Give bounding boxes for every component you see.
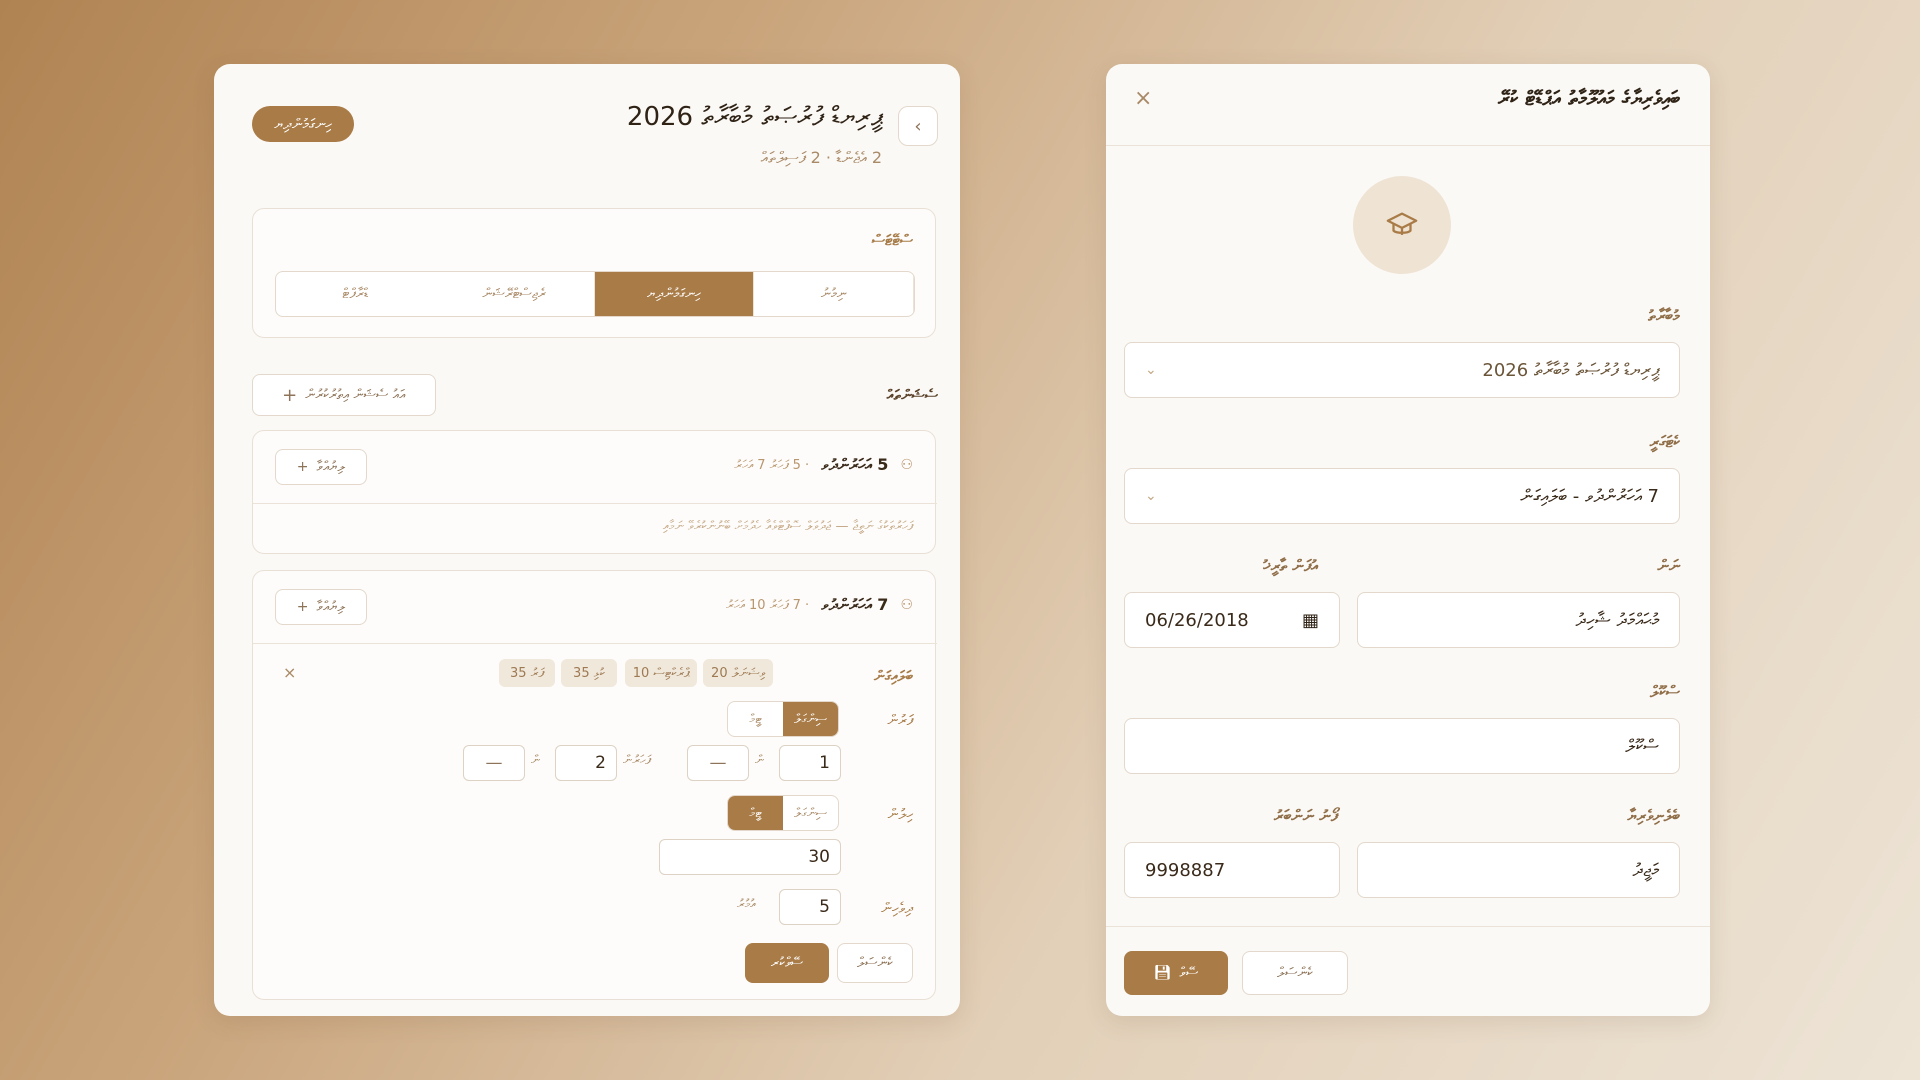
row1-input[interactable]: 1	[779, 745, 841, 781]
competition-select[interactable]: ޕީރިޔޑް ފުރުޞަތު މުބާރާތު 2026 ⌄	[1124, 342, 1680, 398]
session-header: ⚇ 7 އަހަރުންދުވ · 7 ފަހަރު 10 އަހަރު	[726, 595, 913, 615]
competition-value: ޕީރިޔޑް ފުރުޞަތު މުބާރާތު 2026	[1482, 359, 1659, 381]
save-button[interactable]: 💾︎ ސޭވް	[1124, 951, 1228, 995]
session-title: 5 އަހަރުންދުވ	[821, 455, 889, 474]
dob-input[interactable]: 06/26/2018 ▦	[1124, 592, 1340, 648]
add-participant-button[interactable]: + ލިޔުއްވާ	[275, 449, 367, 485]
close-icon[interactable]: ×	[1134, 86, 1152, 111]
session-meta: · 5 ފަހަރު 7 އަހަރު	[734, 457, 810, 473]
participant-edit-dialog: ބައިވެރިޔާގެ މައުލޫމާތު އަޕްޑޭޓް ކުރޭ × …	[1106, 64, 1710, 1016]
status-pill: ހިނގަމުންދިޔ	[252, 106, 354, 142]
session-card: ⚇ 7 އަހަރުންދުވ · 7 ފަހަރު 10 އަހަރު + ލ…	[252, 570, 937, 1000]
row1-input[interactable]: —	[687, 745, 749, 781]
session-meta: · 7 ފަހަރު 10 އަހަރު	[726, 597, 810, 613]
session-title: 7 އަހަރުންދުވ	[821, 595, 889, 614]
row2-input[interactable]: 30	[659, 839, 841, 875]
name-input[interactable]: މުޙައްމަދު ޝާހިދު	[1357, 592, 1680, 648]
category-label: ކެޓަގަރީ	[1649, 432, 1680, 451]
page-subtitle: 2 އެޖެންޑާ · 2 ފަސިލްތައް	[760, 148, 882, 167]
row3-label: ދިވެހިން	[881, 899, 913, 917]
session-header: ⚇ 5 އަހަރުންދުވ · 5 ފަހަރު 7 އަހަރު	[734, 455, 913, 475]
status-heading: ސްޓޭޓަސް	[871, 231, 913, 249]
chevron-down-icon: ⌄	[1145, 488, 1157, 504]
close-icon[interactable]: ×	[283, 663, 296, 682]
users-icon: ⚇	[900, 457, 913, 473]
status-option-ongoing[interactable]: ހިނގަމުންދިޔ	[594, 272, 755, 316]
row1-label: ފަރުން	[887, 711, 913, 729]
status-card: ސްޓޭޓަސް ނިމުނު ހިނގަމުންދިޔ ރެޖިސްޓްރޭޝ…	[252, 208, 936, 338]
add-session-label: އައު ސެޝަން އިތުރުކުރުން	[305, 387, 406, 403]
row2-label: ހިލުން	[887, 805, 913, 823]
category-value: 7 އަހަރުންދުވ - ބަލައިގަން	[1520, 485, 1659, 507]
save-button[interactable]: ސޭވްކުރ	[745, 943, 829, 983]
category-chip[interactable]: ކުޅި 35	[561, 659, 617, 687]
dialog-header: ބައިވެރިޔާގެ މައުލޫމާތު އަޕްޑޭޓް ކުރޭ ×	[1106, 64, 1710, 146]
status-segmented-control: ނިމުނު ހިނގަމުންދިޔ ރެޖިސްޓްރޭޝަން ޑްރާފ…	[275, 271, 915, 317]
school-label: ސްކޫލް	[1649, 682, 1680, 701]
category-select[interactable]: 7 އަހަރުންދުވ - ބަލައިގަން ⌄	[1124, 468, 1680, 524]
row1-unit: ން	[531, 753, 541, 768]
chevron-down-icon: ⌄	[1145, 362, 1157, 378]
divider	[253, 503, 937, 504]
row1-unit: ފަހަރުން	[623, 753, 651, 768]
save-icon: 💾︎	[1153, 965, 1172, 981]
dialog-footer: 💾︎ ސޭވް ކެންސަލް	[1106, 926, 1710, 1016]
add-session-button[interactable]: + އައު ސެޝަން އިތުރުކުރުން	[252, 374, 436, 416]
phone-label: ފޯނު ނަންބަރު	[1274, 806, 1338, 825]
plus-icon: +	[296, 599, 309, 615]
add-participant-button[interactable]: + ލިޔުއްވާ	[275, 589, 367, 625]
row1-toggle: ޓީމް ސިންގަލް	[727, 701, 839, 737]
divider	[253, 643, 937, 644]
page-title: ޕީރިޔޑް ފުރުޞަތު މުބާރާތު 2026	[626, 102, 882, 132]
row1-input[interactable]: —	[463, 745, 525, 781]
plus-icon: +	[296, 459, 309, 475]
users-icon: ⚇	[900, 597, 913, 613]
back-button[interactable]: ‹	[898, 106, 938, 146]
toggle-option-team[interactable]: ޓީމް	[728, 702, 783, 736]
toggle-option-team[interactable]: ޓީމް	[728, 796, 783, 830]
category-chip[interactable]: ޕްރެކްޓިސް 10	[625, 659, 697, 687]
competition-label: މުބާރާތު	[1648, 306, 1680, 325]
add-participant-label: ލިޔުއްވާ	[316, 459, 346, 475]
category-chip[interactable]: ފަރު 35	[499, 659, 555, 687]
row3-input[interactable]: 5	[779, 889, 841, 925]
dob-value: 06/26/2018	[1145, 609, 1249, 631]
school-input[interactable]: ސްކޫލް	[1124, 718, 1680, 774]
plus-icon: +	[282, 384, 298, 406]
row1-input[interactable]: 2	[555, 745, 617, 781]
toggle-option-single[interactable]: ސިންގަލް	[783, 796, 838, 830]
cancel-button[interactable]: ކެންސަލް	[837, 943, 913, 983]
graduation-cap-icon	[1386, 212, 1418, 235]
avatar	[1353, 176, 1451, 274]
guardian-input[interactable]: މަޖީދު	[1357, 842, 1680, 898]
session-card: ⚇ 5 އަހަރުންދުވ · 5 ފަހަރު 7 އަހަރު + ލި…	[252, 430, 937, 554]
phone-input[interactable]: 9998887	[1124, 842, 1340, 898]
chips-label: ބަލައިގަން	[874, 667, 913, 685]
chevron-left-icon: ‹	[914, 115, 922, 137]
save-label: ސޭވް	[1179, 965, 1199, 981]
status-option-completed[interactable]: ނިމުނު	[754, 272, 914, 316]
row1-unit: ން	[755, 753, 765, 768]
status-option-registration[interactable]: ރެޖިސްޓްރޭޝަން	[435, 272, 595, 316]
session-note: ފަހަރުތަކުގެ ނަތީޖާ — ޖަދުވަލް ސޮފްޓްވެއ…	[662, 519, 913, 534]
row2-toggle: ޓީމް ސިންގަލް	[727, 795, 839, 831]
add-participant-label: ލިޔުއްވާ	[316, 599, 346, 615]
guardian-label: ބެލެނިވެރިޔާ	[1627, 806, 1680, 825]
session-panel: ހިނގަމުންދިޔ ޕީރިޔޑް ފުރުޞަތު މުބާރާތު 2…	[214, 64, 960, 1016]
calendar-icon[interactable]: ▦	[1302, 610, 1319, 631]
name-label: ނަން	[1657, 556, 1680, 575]
sessions-heading: ސެޝަންތައް	[886, 386, 938, 404]
category-chip[interactable]: ވިޝަނަލް 20	[703, 659, 773, 687]
status-option-draft[interactable]: ޑްރާފްޓް	[276, 272, 435, 316]
toggle-option-single[interactable]: ސިންގަލް	[783, 702, 838, 736]
cancel-button[interactable]: ކެންސަލް	[1242, 951, 1348, 995]
row3-unit: އުމުރު	[737, 897, 756, 912]
dob-label: އުފަން ތާރީޚު	[1263, 556, 1318, 575]
dialog-title: ބައިވެރިޔާގެ މައުލޫމާތު އަޕްޑޭޓް ކުރޭ	[1498, 86, 1680, 110]
